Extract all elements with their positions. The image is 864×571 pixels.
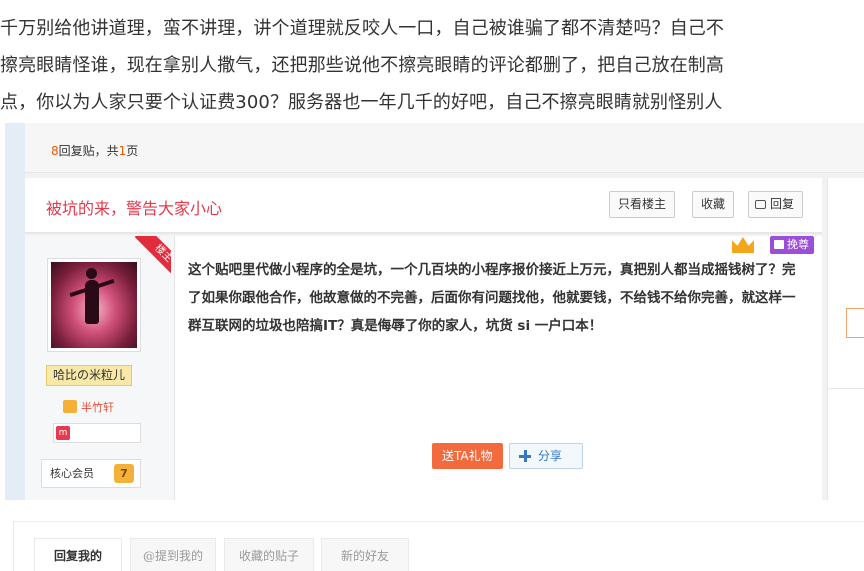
support-tag[interactable]: 挽尊 (770, 236, 814, 254)
reply-button[interactable]: 回复 (748, 191, 804, 218)
member-label: 核心会员 (50, 467, 94, 480)
forum-screenshot: 8回复贴，共1页 被坑的来，警告大家小心 只看楼主 收藏 回复 楼主 哈比の米粒… (5, 123, 864, 500)
level-badge: 7 (114, 464, 134, 483)
honor-badge[interactable]: 半竹轩 (63, 399, 114, 415)
thread-header: 被坑的来，警告大家小心 只看楼主 收藏 回复 (25, 178, 822, 234)
reply-button-label: 回复 (770, 197, 795, 211)
only-op-button[interactable]: 只看楼主 (609, 191, 676, 218)
speech-bubble-icon (755, 200, 766, 209)
silhouette-figure (85, 268, 99, 324)
page-count-suffix: 页 (126, 144, 139, 158)
article-line: 千万别给他讲道理，蛮不讲理，讲个道理就反咬人一口，自己被谁骗了都不清楚吗？自己不 (0, 18, 724, 39)
reply-count: 8 (51, 144, 59, 158)
tab-bar: 回复我的 @提到我的 收藏的贴子 新的好友 (13, 521, 864, 571)
thread-title: 被坑的来，警告大家小心 (46, 199, 223, 218)
post: 楼主 哈比の米粒儿 半竹轩 m 核心会员 7 挽尊 这个贴吧里代做小程序的全是坑，… (25, 236, 822, 500)
support-tag-label: 挽尊 (787, 238, 809, 251)
member-icon: m (56, 426, 70, 440)
op-ribbon: 楼主 (125, 236, 171, 282)
pager-bar: 8回复贴，共1页 (25, 123, 864, 173)
member-level-box[interactable]: 核心会员 7 (41, 459, 141, 488)
sidebar-fragment-box (846, 308, 864, 338)
favorite-button[interactable]: 收藏 (692, 191, 735, 218)
username[interactable]: 哈比の米粒儿 (46, 365, 133, 386)
tab-mentions[interactable]: @提到我的 (130, 538, 216, 571)
op-badge: 楼主 (134, 236, 171, 282)
tab-new-friends[interactable]: 新的好友 (321, 538, 409, 571)
article-line: 点，你以为人家只要个认证费300？服务器也一年几千的好吧，自己不擦亮眼睛就别怪别… (0, 92, 723, 113)
reply-count-text: 8回复贴，共1页 (51, 142, 138, 159)
article-line: 擦亮眼睛怪谁，现在拿别人撒气，还把那些说他不擦亮眼睛的评论都删了，把自己放在制高 (0, 55, 724, 76)
author-column: 楼主 哈比の米粒儿 半竹轩 m 核心会员 7 (25, 236, 175, 500)
crown-icon (730, 233, 760, 257)
tag-icon (774, 240, 784, 249)
badge-icon (63, 400, 77, 413)
tab-replies-to-me[interactable]: 回复我的 (34, 538, 122, 571)
left-strip (5, 123, 25, 500)
plus-icon (519, 450, 531, 462)
crown-shape (732, 237, 754, 253)
tab-favorite-posts[interactable]: 收藏的贴子 (224, 538, 314, 571)
member-icon-box[interactable]: m (53, 423, 141, 443)
honor-label: 半竹轩 (81, 401, 114, 414)
divider (828, 388, 864, 389)
share-label: 分享 (538, 449, 563, 463)
send-gift-button[interactable]: 送TA礼物 (432, 443, 503, 469)
reply-count-mid: 回复贴，共 (58, 144, 119, 158)
article-text: 千万别给他讲道理，蛮不讲理，讲个道理就反咬人一口，自己被谁骗了都不清楚吗？自己不… (0, 10, 864, 121)
post-body: 这个贴吧里代做小程序的全是坑，一个几百块的小程序报价接近上万元，真把别人都当成摇… (188, 262, 796, 334)
right-sidebar-fragment (827, 178, 864, 500)
share-button[interactable]: 分享 (509, 443, 583, 469)
